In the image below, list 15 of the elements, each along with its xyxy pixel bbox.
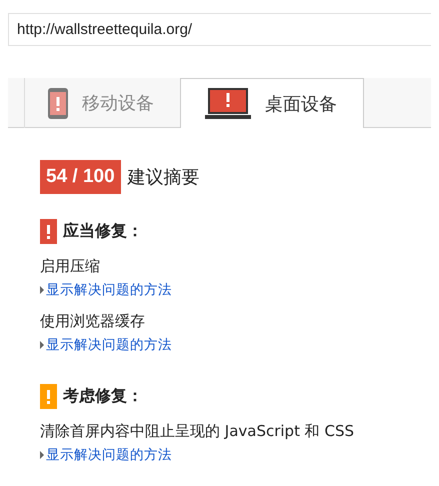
show-fix-link[interactable]: 显示解决问题的方法	[40, 446, 172, 464]
show-fix-link[interactable]: 显示解决问题的方法	[40, 281, 172, 299]
laptop-icon	[205, 88, 251, 119]
url-field[interactable]: http://wallstreettequila.org/	[8, 13, 431, 46]
show-fix-link[interactable]: 显示解决问题的方法	[40, 336, 172, 354]
summary-title: 建议摘要	[128, 166, 200, 189]
rule-title: 清除首屏内容中阻止呈现的 JavaScript 和 CSS	[40, 422, 356, 441]
section-title: 考虑修复：	[63, 386, 143, 407]
phone-icon	[48, 88, 68, 118]
rule-title: 启用压缩	[40, 257, 101, 276]
rule-title: 使用浏览器缓存	[40, 312, 146, 331]
device-tab[interactable]: 移动设备	[24, 78, 180, 128]
section-title: 应当修复：	[63, 221, 143, 242]
score-badge: 54 / 100	[40, 160, 121, 194]
device-tab[interactable]: 桌面设备	[180, 78, 364, 128]
